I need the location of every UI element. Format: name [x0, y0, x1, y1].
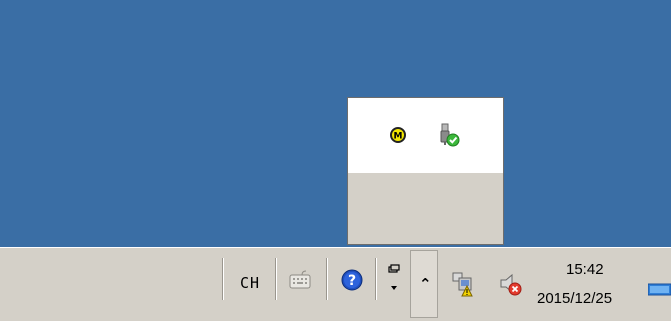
taskbar-separator	[375, 258, 377, 300]
help-icon[interactable]: ?	[340, 268, 364, 296]
m-circle-icon[interactable]: M	[390, 127, 406, 143]
clock-date[interactable]: 2015/12/25	[537, 290, 612, 307]
svg-text:?: ?	[348, 273, 356, 289]
taskbar-separator	[275, 258, 277, 300]
svg-text:M: M	[394, 132, 403, 142]
keyboard-icon[interactable]	[288, 268, 312, 296]
volume-muted-icon[interactable]	[497, 270, 525, 302]
chevron-up-icon: ⌃	[419, 275, 432, 293]
language-indicator[interactable]: CH	[240, 274, 260, 292]
notification-overflow-popup: M	[347, 97, 504, 245]
network-warning-icon[interactable]	[449, 270, 477, 302]
language-options-icon[interactable]	[387, 264, 401, 300]
usb-safely-remove-icon[interactable]	[437, 123, 461, 147]
show-desktop-icon[interactable]	[647, 282, 671, 301]
clock-time[interactable]: 15:42	[566, 261, 604, 278]
taskbar-separator	[326, 258, 328, 300]
show-hidden-icons-button[interactable]: ⌃	[410, 250, 438, 318]
taskbar: CH ? ⌃ 15:42 2015/12/25	[0, 247, 671, 321]
taskbar-separator	[222, 258, 224, 300]
popup-footer	[348, 173, 503, 244]
